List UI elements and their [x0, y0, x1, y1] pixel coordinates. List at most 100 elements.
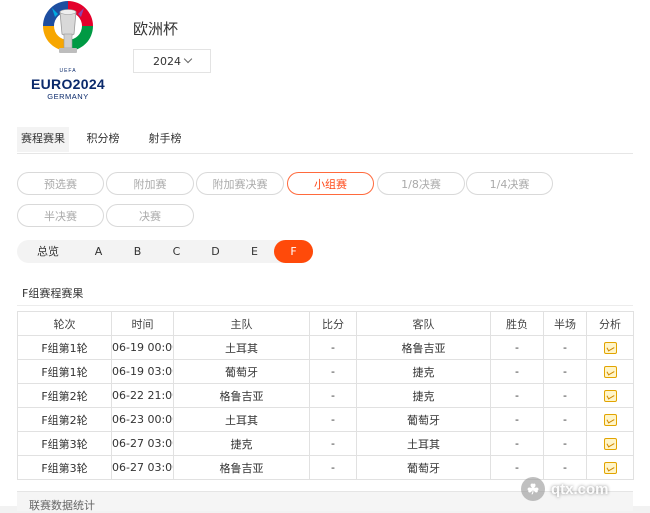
cell-away[interactable]: 葡萄牙 [356, 407, 491, 432]
table-row: F组第1轮 06-19 00:00 土耳其 - 格鲁吉亚 - - [17, 335, 634, 360]
cell-round: F组第3轮 [17, 431, 112, 456]
watermark-text: qtx.com [551, 480, 609, 498]
cell-home[interactable]: 土耳其 [173, 407, 310, 432]
cell-round: F组第2轮 [17, 383, 112, 408]
divider [17, 305, 633, 306]
tab-scorers[interactable]: 射手榜 [137, 127, 193, 153]
analysis-icon[interactable] [603, 438, 617, 450]
group-tab-overview[interactable]: 总览 [17, 240, 79, 263]
chevron-down-icon [183, 54, 193, 64]
euro2024-wordmark: EURO2024 [31, 76, 105, 92]
cell-away[interactable]: 捷克 [356, 383, 491, 408]
stage-group[interactable]: 小组赛 [287, 172, 374, 195]
cell-time: 06-22 21:00 [111, 383, 174, 408]
analysis-icon[interactable] [603, 342, 617, 354]
cell-score: - [309, 383, 357, 408]
analysis-icon[interactable] [603, 414, 617, 426]
table-header-row: 轮次 时间 主队 比分 客队 胜负 半场 分析 [17, 311, 634, 336]
cell-time: 06-19 03:00 [111, 359, 174, 384]
header-analysis: 分析 [586, 311, 634, 336]
cell-analysis [586, 359, 634, 384]
euro2024-logo: UEFA EURO2024 GERMANY [22, 0, 114, 104]
group-tabs: 总览 A B C D E F [17, 240, 313, 263]
cell-result: - [490, 359, 544, 384]
header-round: 轮次 [17, 311, 112, 336]
year-select-value: 2024 [153, 54, 181, 68]
cell-score: - [309, 335, 357, 360]
trophy-icon [43, 1, 93, 53]
stage-playoff[interactable]: 附加赛 [106, 172, 194, 195]
watermark: ☘ qtx.com [521, 474, 641, 504]
cell-analysis [586, 335, 634, 360]
group-tab-c[interactable]: C [157, 240, 196, 263]
group-tab-a[interactable]: A [79, 240, 118, 263]
stage-qualifiers[interactable]: 预选赛 [17, 172, 104, 195]
cell-analysis [586, 431, 634, 456]
table-row: F组第2轮 06-23 00:00 土耳其 - 葡萄牙 - - [17, 407, 634, 432]
cell-home[interactable]: 葡萄牙 [173, 359, 310, 384]
cell-half: - [543, 383, 587, 408]
cell-away[interactable]: 土耳其 [356, 431, 491, 456]
uefa-text: UEFA [59, 68, 77, 74]
header-result: 胜负 [490, 311, 544, 336]
tab-standings[interactable]: 积分榜 [77, 127, 129, 153]
cell-time: 06-27 03:00 [111, 431, 174, 456]
cell-score: - [309, 431, 357, 456]
cell-score: - [309, 407, 357, 432]
cell-away[interactable]: 捷克 [356, 359, 491, 384]
league-stats-label: 联赛数据统计 [29, 499, 95, 512]
stage-final[interactable]: 决赛 [106, 204, 194, 227]
cell-round: F组第2轮 [17, 407, 112, 432]
header-away: 客队 [356, 311, 491, 336]
cell-time: 06-27 03:00 [111, 455, 174, 480]
table-row: F组第1轮 06-19 03:00 葡萄牙 - 捷克 - - [17, 359, 634, 384]
cell-result: - [490, 335, 544, 360]
cell-home[interactable]: 捷克 [173, 431, 310, 456]
group-tab-f[interactable]: F [274, 240, 313, 263]
group-tab-e[interactable]: E [235, 240, 274, 263]
analysis-icon[interactable] [603, 462, 617, 474]
page: UEFA EURO2024 GERMANY 欧洲杯 2024 赛程赛果 积分榜 … [0, 0, 650, 512]
group-tab-d[interactable]: D [196, 240, 235, 263]
top-tabs: 赛程赛果 积分榜 射手榜 [17, 127, 633, 154]
header-home: 主队 [173, 311, 310, 336]
cell-half: - [543, 431, 587, 456]
cell-score: - [309, 455, 357, 480]
cell-analysis [586, 383, 634, 408]
stage-semifinal[interactable]: 半决赛 [17, 204, 104, 227]
header-score: 比分 [309, 311, 357, 336]
cell-time: 06-23 00:00 [111, 407, 174, 432]
header-time: 时间 [111, 311, 174, 336]
schedule-table: 轮次 时间 主队 比分 客队 胜负 半场 分析 F组第1轮 06-19 00:0… [17, 311, 634, 480]
table-row: F组第3轮 06-27 03:00 捷克 - 土耳其 - - [17, 431, 634, 456]
cell-result: - [490, 431, 544, 456]
analysis-icon[interactable] [603, 366, 617, 378]
cell-result: - [490, 407, 544, 432]
cell-away[interactable]: 格鲁吉亚 [356, 335, 491, 360]
cell-analysis [586, 407, 634, 432]
watermark-logo-icon: ☘ [521, 477, 545, 501]
cell-time: 06-19 00:00 [111, 335, 174, 360]
stage-round-of-16[interactable]: 1/8决赛 [377, 172, 465, 195]
cell-home[interactable]: 格鲁吉亚 [173, 455, 310, 480]
header-half: 半场 [543, 311, 587, 336]
cell-round: F组第3轮 [17, 455, 112, 480]
group-tab-b[interactable]: B [118, 240, 157, 263]
tab-schedule[interactable]: 赛程赛果 [17, 127, 69, 153]
stage-quarterfinal[interactable]: 1/4决赛 [466, 172, 553, 195]
stage-playoff-final[interactable]: 附加赛决赛 [196, 172, 284, 195]
cell-half: - [543, 335, 587, 360]
germany-text: GERMANY [47, 92, 89, 101]
table-row: F组第2轮 06-22 21:00 格鲁吉亚 - 捷克 - - [17, 383, 634, 408]
year-select[interactable]: 2024 [133, 49, 211, 73]
cell-home[interactable]: 土耳其 [173, 335, 310, 360]
analysis-icon[interactable] [603, 390, 617, 402]
cell-round: F组第1轮 [17, 359, 112, 384]
cell-away[interactable]: 葡萄牙 [356, 455, 491, 480]
section-title: F组赛程赛果 [22, 287, 84, 300]
cell-half: - [543, 359, 587, 384]
cell-half: - [543, 407, 587, 432]
cell-home[interactable]: 格鲁吉亚 [173, 383, 310, 408]
cell-score: - [309, 359, 357, 384]
page-title: 欧洲杯 [133, 20, 179, 38]
